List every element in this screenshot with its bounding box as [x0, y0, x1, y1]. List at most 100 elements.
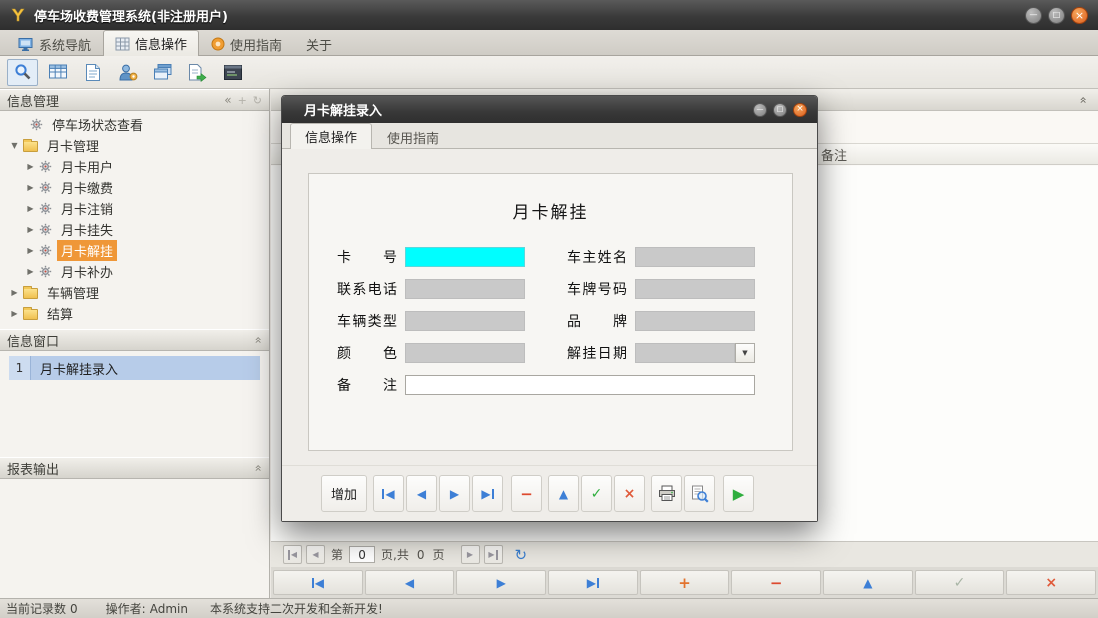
- cancel-record-button[interactable]: ×: [614, 475, 645, 512]
- folder-icon: [23, 141, 38, 152]
- delete-record-button[interactable]: −: [731, 570, 821, 595]
- tree-item-monthly-card-unhang[interactable]: ▶ 月卡解挂: [0, 240, 269, 261]
- tree-item-monthly-card-cancel[interactable]: ▶ 月卡注销: [0, 198, 269, 219]
- collapse-panel-icon[interactable]: «: [251, 464, 265, 471]
- export-toolbar-button[interactable]: [182, 59, 213, 86]
- chevron-right-icon[interactable]: ▶: [24, 204, 37, 213]
- tree-item-parking-status[interactable]: 停车场状态查看: [0, 114, 269, 135]
- collapse-panel-icon[interactable]: «: [1076, 96, 1090, 103]
- tab-info-operation[interactable]: 信息操作: [103, 30, 199, 56]
- tree-item-monthly-card-management[interactable]: ▼ 月卡管理: [0, 135, 269, 156]
- next-record-button[interactable]: ▶: [439, 475, 470, 512]
- date-dropdown-button[interactable]: ▼: [735, 343, 755, 363]
- tree-item-vehicle-management[interactable]: ▶ 车辆管理: [0, 282, 269, 303]
- gear-icon: [39, 160, 52, 173]
- dialog-minimize-button[interactable]: —: [753, 103, 767, 117]
- post-record-button[interactable]: ✓: [581, 475, 612, 512]
- delete-record-button[interactable]: −: [511, 475, 542, 512]
- tree-item-monthly-card-reissue[interactable]: ▶ 月卡补办: [0, 261, 269, 282]
- chevron-right-icon[interactable]: ▶: [24, 225, 37, 234]
- edit-record-button[interactable]: ▲: [548, 475, 579, 512]
- chevron-down-icon[interactable]: ▼: [8, 141, 21, 150]
- maximize-button[interactable]: □: [1048, 7, 1065, 24]
- collapse-panel-icon[interactable]: «: [251, 336, 265, 343]
- add-button[interactable]: 增加: [321, 475, 367, 512]
- dialog-tab-user-guide[interactable]: 使用指南: [372, 125, 454, 148]
- open-window-list: 1 月卡解挂录入: [0, 351, 269, 385]
- grid-icon: [115, 37, 130, 51]
- prev-record-button[interactable]: ◀: [365, 570, 455, 595]
- chevron-right-icon[interactable]: ▶: [24, 267, 37, 276]
- chevron-right-icon[interactable]: ▶: [24, 183, 37, 192]
- last-record-button[interactable]: ▶: [472, 475, 503, 512]
- collapse-sidebar-icon[interactable]: «: [224, 93, 231, 107]
- first-record-button[interactable]: ◀: [273, 570, 363, 595]
- chevron-right-icon[interactable]: ▶: [8, 309, 21, 318]
- first-record-button[interactable]: ◀: [373, 475, 404, 512]
- card-no-input[interactable]: [405, 247, 525, 267]
- plate-no-input[interactable]: [635, 279, 755, 299]
- refresh-icon[interactable]: ↻: [253, 94, 262, 107]
- table-icon: [48, 63, 68, 81]
- minimize-button[interactable]: —: [1025, 7, 1042, 24]
- brand-input[interactable]: [635, 311, 755, 331]
- tree-item-monthly-card-user[interactable]: ▶ 月卡用户: [0, 156, 269, 177]
- gear-icon: [39, 244, 52, 257]
- page-total-value: 0: [417, 548, 425, 562]
- windows-toolbar-button[interactable]: [147, 59, 178, 86]
- unhang-date-input[interactable]: [635, 343, 735, 363]
- owner-name-input[interactable]: [635, 247, 755, 267]
- next-page-button[interactable]: ▶: [461, 545, 480, 564]
- vehicle-type-input[interactable]: [405, 311, 525, 331]
- tree-item-monthly-card-loss[interactable]: ▶ 月卡挂失: [0, 219, 269, 240]
- post-record-button[interactable]: ✓: [915, 570, 1005, 595]
- tab-system-navigation[interactable]: 系统导航: [6, 32, 103, 55]
- color-label: 颜 色: [337, 343, 397, 363]
- color-input[interactable]: [405, 343, 525, 363]
- execute-button[interactable]: ▶: [723, 475, 754, 512]
- status-bar: 当前记录数 0 操作者: Admin 本系统支持二次开发和全新开发!: [0, 598, 1098, 618]
- tree-item-settlement[interactable]: ▶ 结算: [0, 303, 269, 324]
- vehicle-type-label: 车辆类型: [337, 311, 397, 331]
- dialog-tab-info-operation[interactable]: 信息操作: [290, 123, 372, 149]
- insert-record-button[interactable]: +: [640, 570, 730, 595]
- print-preview-button[interactable]: [684, 475, 715, 512]
- search-toolbar-button[interactable]: [7, 59, 38, 86]
- close-button[interactable]: ×: [1071, 7, 1088, 24]
- prev-record-button[interactable]: ◀: [406, 475, 437, 512]
- table-toolbar-button[interactable]: [42, 59, 73, 86]
- chevron-right-icon[interactable]: ▶: [24, 162, 37, 171]
- tab-about[interactable]: 关于: [294, 32, 344, 55]
- edit-record-button[interactable]: ▲: [823, 570, 913, 595]
- phone-input[interactable]: [405, 279, 525, 299]
- last-page-button[interactable]: ▶: [484, 545, 503, 564]
- print-button[interactable]: [651, 475, 682, 512]
- prev-page-button[interactable]: ◀: [306, 545, 325, 564]
- open-window-item[interactable]: 1 月卡解挂录入: [9, 356, 260, 380]
- first-page-button[interactable]: ◀: [283, 545, 302, 564]
- user-settings-toolbar-button[interactable]: [112, 59, 143, 86]
- chevron-right-icon[interactable]: ▶: [8, 288, 21, 297]
- cancel-record-button[interactable]: ×: [1006, 570, 1096, 595]
- console-toolbar-button[interactable]: [217, 59, 248, 86]
- app-logo-icon: [10, 6, 28, 24]
- document-toolbar-button[interactable]: [77, 59, 108, 86]
- main-tabbar: 系统导航 信息操作 使用指南 关于: [0, 30, 1098, 56]
- tab-label: 使用指南: [230, 35, 282, 54]
- window-title: 停车场收费管理系统(非注册用户): [34, 6, 228, 25]
- page-number-input[interactable]: [349, 546, 375, 563]
- unhang-entry-dialog: 月卡解挂录入 — □ × 信息操作 使用指南 月卡解挂 卡 号 车主姓名: [281, 95, 818, 522]
- dialog-titlebar[interactable]: 月卡解挂录入 — □ ×: [282, 96, 817, 123]
- record-count-value: 0: [70, 602, 78, 616]
- remark-input[interactable]: [405, 375, 755, 395]
- next-record-button[interactable]: ▶: [456, 570, 546, 595]
- tree-item-monthly-card-payment[interactable]: ▶ 月卡缴费: [0, 177, 269, 198]
- refresh-icon[interactable]: ↻: [515, 546, 528, 564]
- phone-label: 联系电话: [337, 279, 397, 299]
- tab-user-guide[interactable]: 使用指南: [199, 32, 294, 55]
- chevron-right-icon[interactable]: ▶: [24, 246, 37, 255]
- dialog-maximize-button[interactable]: □: [773, 103, 787, 117]
- add-icon[interactable]: +: [238, 94, 247, 107]
- dialog-close-button[interactable]: ×: [793, 103, 807, 117]
- last-record-button[interactable]: ▶: [548, 570, 638, 595]
